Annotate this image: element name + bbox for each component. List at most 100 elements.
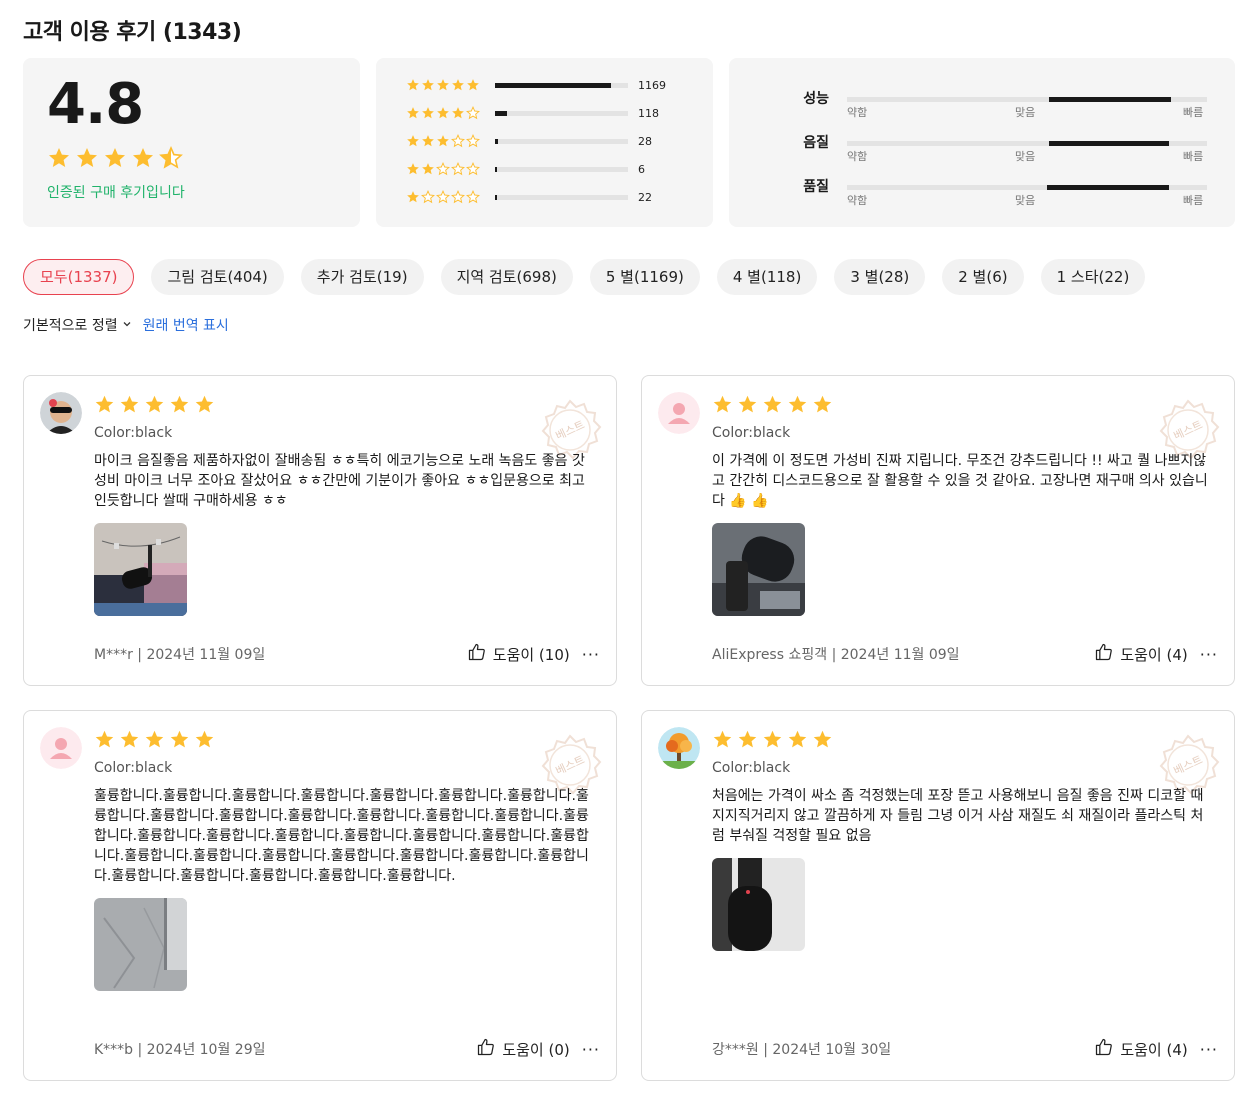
attribute-row: 성능 약함 맞음 빠름 — [729, 88, 1235, 128]
filter-chip[interactable]: 추가 검토(19) — [300, 259, 424, 295]
attribute-row: 음질 약함 맞음 빠름 — [729, 132, 1235, 172]
attribute-low-label: 약함 — [847, 194, 868, 207]
star-icon — [436, 162, 450, 176]
star-icon — [119, 394, 140, 415]
distribution-bar — [495, 138, 628, 144]
more-options-icon[interactable]: ··· — [582, 645, 600, 664]
review-photo[interactable] — [94, 898, 187, 991]
sort-label: 기본적으로 정렬 — [23, 318, 118, 334]
svg-text:베스트: 베스트 — [1172, 753, 1205, 778]
star-icon — [75, 146, 99, 170]
review-card: 베스트 Color:black 훌륭합니다.훌륭합니다.훌륭합니다.훌륭합니다.… — [23, 710, 617, 1081]
attribute-high-label: 빠름 — [1183, 194, 1204, 207]
star-icon — [194, 729, 215, 750]
star-icon — [406, 190, 420, 204]
distribution-count: 6 — [638, 162, 645, 176]
filter-chip[interactable]: 3 별(28) — [834, 259, 926, 295]
review-footer: M***r | 2024년 11월 09일 도움이 (10) ··· — [94, 643, 600, 665]
star-icon — [94, 394, 115, 415]
star-icon — [169, 729, 190, 750]
filter-chip[interactable]: 5 별(1169) — [589, 259, 700, 295]
attribute-mid-label: 맞음 — [1015, 194, 1036, 207]
review-stars — [94, 729, 215, 750]
star-icon — [421, 106, 435, 120]
show-original-translation-link[interactable]: 원래 번역 표시 — [143, 315, 229, 335]
filter-chip[interactable]: 4 별(118) — [716, 259, 818, 295]
reviewer-avatar — [658, 392, 700, 434]
star-icon — [436, 134, 450, 148]
star-icon — [712, 729, 733, 750]
distribution-row-3-star: 28 — [406, 134, 652, 148]
rating-summary-panel: 4.8 인증된 구매 후기입니다 — [23, 58, 360, 227]
filter-chip[interactable]: 모두(1337) — [23, 259, 135, 295]
attribute-panel: 성능 약함 맞음 빠름 음질 약함 맞음 빠름 품질 약함 맞음 빠름 — [729, 58, 1235, 227]
rating-distribution-panel: 1169 118 28 6 22 — [376, 58, 713, 227]
star-icon — [421, 190, 435, 204]
star-icon — [762, 394, 783, 415]
star-icon — [737, 729, 758, 750]
svg-text:베스트: 베스트 — [554, 418, 587, 443]
star-icon — [144, 729, 165, 750]
review-photo[interactable] — [712, 523, 805, 616]
distribution-stars — [406, 162, 492, 176]
distribution-bar-fill — [495, 82, 611, 88]
distribution-row-5-star: 1169 — [406, 78, 666, 92]
more-options-icon[interactable]: ··· — [1200, 1040, 1218, 1059]
star-icon — [451, 106, 465, 120]
star-icon — [144, 394, 165, 415]
review-variant: Color:black — [94, 760, 173, 776]
star-icon — [169, 394, 190, 415]
verified-purchase-label: 인증된 구매 후기입니다 — [47, 185, 185, 201]
review-photo[interactable] — [94, 523, 187, 616]
filter-chip[interactable]: 2 별(6) — [942, 259, 1024, 295]
attribute-high-label: 빠름 — [1183, 150, 1204, 163]
review-meta: K***b | 2024년 10월 29일 — [94, 1042, 266, 1058]
svg-text:베스트: 베스트 — [554, 753, 587, 778]
star-icon — [103, 146, 127, 170]
attribute-label: 품질 — [803, 179, 829, 195]
distribution-row-2-star: 6 — [406, 162, 645, 176]
helpful-count: 도움이 (4) — [1120, 645, 1188, 664]
filter-chips: 모두(1337) 그림 검토(404) 추가 검토(19) 지역 검토(698) 5 별… — [23, 259, 1146, 295]
review-footer: K***b | 2024년 10월 29일 도움이 (0) ··· — [94, 1038, 600, 1060]
distribution-count: 1169 — [638, 78, 666, 92]
helpful-button[interactable]: 도움이 (0) ··· — [476, 1037, 600, 1061]
distribution-stars — [406, 78, 492, 92]
more-options-icon[interactable]: ··· — [1200, 645, 1218, 664]
distribution-bar-fill — [495, 194, 498, 200]
distribution-bar — [495, 110, 628, 116]
review-variant: Color:black — [712, 425, 791, 441]
attribute-bar — [847, 97, 1207, 102]
distribution-count: 118 — [638, 106, 659, 120]
sort-dropdown[interactable]: 기본적으로 정렬 — [23, 315, 132, 335]
review-text: 처음에는 가격이 싸소 좀 걱정했는데 포장 뜯고 사용해보니 음질 좋음 진짜… — [712, 788, 1204, 844]
review-meta: AliExpress 쇼핑객 | 2024년 11월 09일 — [712, 647, 960, 663]
filter-chip[interactable]: 1 스타(22) — [1040, 259, 1146, 295]
summary-stars — [47, 146, 183, 170]
helpful-count: 도움이 (10) — [492, 645, 570, 664]
star-icon — [451, 190, 465, 204]
reviewer-avatar — [658, 727, 700, 769]
star-icon — [406, 78, 420, 92]
distribution-count: 28 — [638, 134, 652, 148]
star-icon — [812, 729, 833, 750]
more-options-icon[interactable]: ··· — [582, 1040, 600, 1059]
attribute-bar-fill — [1046, 185, 1170, 190]
review-text: 훌륭합니다.훌륭합니다.훌륭합니다.훌륭합니다.훌륭합니다.훌륭합니다.훌륭합니… — [94, 788, 589, 884]
review-stars — [712, 394, 833, 415]
helpful-button[interactable]: 도움이 (10) ··· — [467, 642, 600, 666]
filter-chip[interactable]: 지역 검토(698) — [440, 259, 573, 295]
helpful-button[interactable]: 도움이 (4) ··· — [1094, 642, 1218, 666]
star-icon — [451, 162, 465, 176]
filter-chip[interactable]: 그림 검토(404) — [151, 259, 284, 295]
distribution-bar — [495, 194, 628, 200]
star-icon — [421, 162, 435, 176]
thumbs-up-icon — [1094, 642, 1114, 666]
star-icon — [47, 146, 71, 170]
distribution-row-4-star: 118 — [406, 106, 659, 120]
helpful-button[interactable]: 도움이 (4) ··· — [1094, 1037, 1218, 1061]
review-photo[interactable] — [712, 858, 805, 951]
star-icon — [436, 106, 450, 120]
attribute-low-label: 약함 — [847, 106, 868, 119]
star-icon — [119, 729, 140, 750]
